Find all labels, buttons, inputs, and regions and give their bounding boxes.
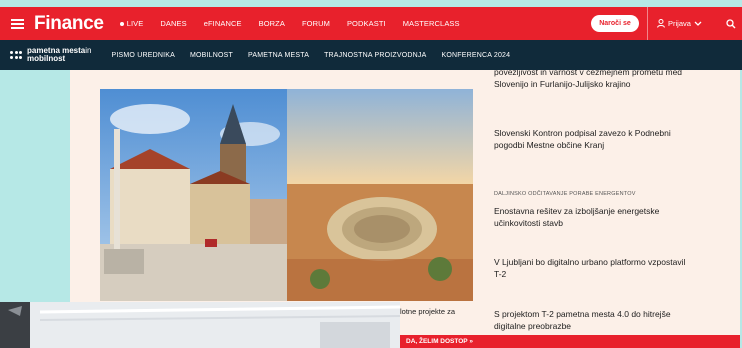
user-icon (657, 19, 665, 28)
menu-icon[interactable] (0, 7, 34, 40)
login-button[interactable]: Prijava (657, 7, 702, 40)
nav-item-danes[interactable]: DANES (160, 19, 186, 28)
related-article-link[interactable]: Slovenski Kontron podpisal zavezo k Podn… (494, 127, 694, 151)
access-cta-button[interactable]: DA, ŽELIM DOSTOP » (400, 335, 740, 348)
pametna-mesta-logo-text: pametna mestain mobilnost (27, 46, 92, 63)
nav-item-borza[interactable]: BORZA (259, 19, 285, 28)
pametna-mesta-logo[interactable]: pametna mestain mobilnost (10, 47, 91, 63)
nav-item-efinance[interactable]: eFINANCE (204, 19, 242, 28)
grid-dots-icon (10, 51, 22, 59)
live-dot-icon (119, 21, 124, 26)
nav-item-podkasti[interactable]: PODKASTI (347, 19, 386, 28)
section-item-konferenca-2024[interactable]: KONFERENCA 2024 (442, 52, 511, 59)
section-item-mobilnost[interactable]: MOBILNOST (190, 52, 233, 59)
article-category-tag: DALJINSKO ODČITAVANJE PORABE ENERGENTOV (494, 191, 636, 197)
login-label: Prijava (668, 19, 691, 28)
nav-item-masterclass[interactable]: MASTERCLASS (403, 19, 460, 28)
nav-item-live[interactable]: LIVE (119, 19, 144, 28)
overlay-photo[interactable] (0, 302, 400, 348)
section-item-pismo-urednika[interactable]: PISMO UREDNIKA (111, 52, 174, 59)
subscribe-button[interactable]: Naroči se (591, 15, 639, 32)
related-article-link[interactable]: Enostavna rešitev za izboljšanje energet… (494, 205, 694, 229)
related-article-link[interactable]: V Ljubljani bo digitalno urbano platform… (494, 256, 694, 280)
nav-item-forum[interactable]: FORUM (302, 19, 330, 28)
main-menu: LIVE DANES eFINANCE BORZA FORUM PODKASTI… (119, 19, 460, 28)
section-menu: PISMO UREDNIKA MOBILNOST PAMETNA MESTA T… (111, 52, 510, 59)
related-article-link[interactable]: povezljivost in varnost v čezmejnem prom… (494, 70, 694, 90)
search-icon (726, 18, 736, 28)
section-item-trajnostna-proizvodnja[interactable]: TRAJNOSTNA PROIZVODNJA (324, 52, 426, 59)
search-button[interactable] (726, 7, 736, 40)
chevron-down-icon (694, 21, 702, 26)
hero-image[interactable] (100, 89, 473, 301)
image-caption[interactable]: lotne projekte za (400, 307, 455, 316)
section-navigation: pametna mestain mobilnost PISMO UREDNIKA… (0, 40, 742, 70)
top-navigation: Finance LIVE DANES eFINANCE BORZA FORUM … (0, 7, 742, 40)
nav-divider (647, 7, 648, 40)
section-item-pametna-mesta[interactable]: PAMETNA MESTA (248, 52, 309, 59)
finance-logo[interactable]: Finance (34, 13, 104, 35)
related-article-link[interactable]: S projektom T-2 pametna mesta 4.0 do hit… (494, 308, 694, 332)
